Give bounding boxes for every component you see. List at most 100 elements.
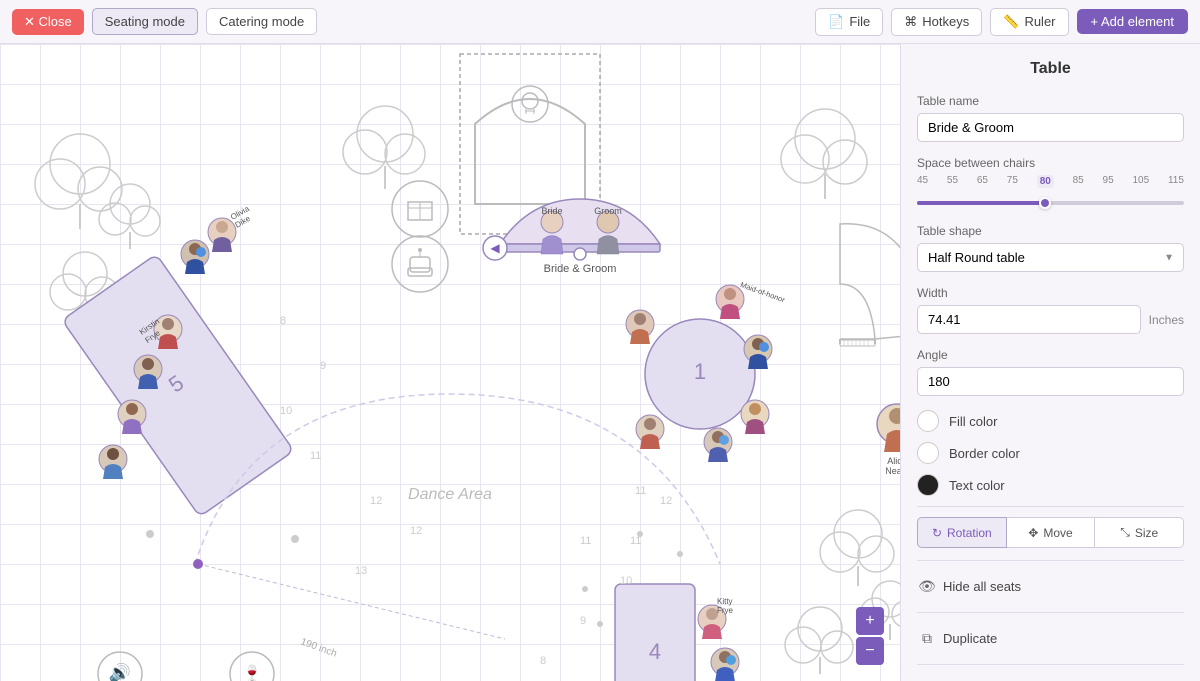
close-button[interactable]: ✕ Close [12, 9, 84, 35]
svg-text:Alice: Alice [887, 456, 900, 466]
angle-label: Angle [917, 348, 1184, 362]
table-4[interactable]: 4 [615, 584, 695, 681]
table-5[interactable]: 5 [62, 254, 294, 517]
width-input[interactable] [917, 305, 1141, 334]
seating-mode-button[interactable]: Seating mode [92, 8, 198, 35]
svg-text:Frye: Frye [717, 606, 734, 615]
divider-1 [917, 506, 1184, 507]
move-tool-button[interactable]: ✥ Move [1007, 517, 1096, 548]
text-color-swatch[interactable] [917, 474, 939, 496]
width-label: Width [917, 286, 1184, 300]
svg-text:9: 9 [580, 615, 586, 627]
add-element-button[interactable]: + Add element [1077, 9, 1188, 34]
width-unit: Inches [1149, 313, 1184, 327]
angle-input[interactable] [917, 367, 1184, 396]
bride-groom-table[interactable]: ◀ Bride Groom Bride & Groom [483, 199, 660, 275]
tree-1 [35, 134, 122, 229]
hotkeys-button[interactable]: ⌘ Hotkeys [891, 8, 982, 36]
move-icon: ✥ [1028, 526, 1038, 540]
svg-text:12: 12 [410, 525, 422, 537]
svg-text:Neale: Neale [885, 466, 900, 476]
zoom-controls: + − [856, 607, 884, 665]
border-color-swatch[interactable] [917, 442, 939, 464]
ruler-button[interactable]: 📏 Ruler [990, 8, 1068, 36]
width-row: Inches [917, 305, 1184, 334]
svg-text:Groom: Groom [594, 206, 622, 216]
fill-color-swatch[interactable] [917, 410, 939, 432]
tree-right-2 [820, 510, 894, 586]
delete-row[interactable]: 🗑 Delete [917, 675, 1184, 681]
file-icon: 📄 [828, 14, 844, 30]
space-label: Space between chairs [917, 156, 1184, 170]
tree-right-4 [785, 607, 853, 674]
table-name-input[interactable] [917, 113, 1184, 142]
zoom-out-button[interactable]: − [856, 637, 884, 665]
tree-3 [99, 184, 160, 249]
svg-text:Kitty: Kitty [717, 597, 733, 606]
catering-mode-button[interactable]: Catering mode [206, 8, 317, 35]
person-carr [704, 428, 732, 462]
svg-text:◀: ◀ [490, 241, 500, 255]
file-button[interactable]: 📄 File [815, 8, 883, 36]
border-color-label: Border color [949, 446, 1020, 461]
duplicate-row[interactable]: ⧉ Duplicate [917, 623, 1184, 654]
svg-text:11: 11 [310, 450, 321, 462]
shape-select[interactable]: Half Round table Round table Rectangular… [917, 243, 1184, 272]
svg-text:🔊: 🔊 [109, 662, 131, 681]
duplicate-label: Duplicate [943, 631, 997, 646]
person-jonty [711, 648, 739, 681]
svg-text:10: 10 [620, 575, 632, 587]
svg-text:8: 8 [280, 315, 286, 327]
person-kitty: Kitty Frye [698, 597, 734, 639]
tree-top-1 [343, 106, 425, 189]
slider-label-95: 95 [1103, 175, 1114, 188]
zoom-in-button[interactable]: + [856, 607, 884, 635]
table-name-label: Table name [917, 94, 1184, 108]
svg-text:4: 4 [649, 639, 661, 664]
speaker-left: 🔊 [98, 652, 142, 681]
cake [392, 236, 448, 292]
shape-group: Table shape Half Round table Round table… [917, 224, 1184, 272]
toolbar-right: 📄 File ⌘ Hotkeys 📏 Ruler + Add element [815, 8, 1188, 36]
slider-label-105: 105 [1132, 175, 1149, 188]
svg-text:12: 12 [660, 495, 672, 507]
slider-label-45: 45 [917, 175, 928, 188]
right-panel: Table Table name Space between chairs 45… [900, 44, 1200, 681]
toolbar: ✕ Close Seating mode Catering mode 📄 Fil… [0, 0, 1200, 44]
divider-4 [917, 664, 1184, 665]
text-color-label: Text color [949, 478, 1005, 493]
slider-label-80: 80 [1037, 175, 1054, 188]
svg-text:10: 10 [280, 405, 292, 417]
border-color-row: Border color [917, 442, 1184, 464]
svg-text:Bride: Bride [541, 206, 562, 216]
slider-label-55: 55 [947, 175, 958, 188]
table-1[interactable]: 1 [645, 319, 755, 429]
svg-text:190 inch: 190 inch [299, 636, 338, 659]
dance-area-label: Dance Area [408, 486, 492, 503]
angle-group: Angle [917, 348, 1184, 396]
person-olivia: Olivia Dike [208, 204, 252, 252]
slider-label-65: 65 [977, 175, 988, 188]
divider-2 [917, 560, 1184, 561]
ruler-icon: 📏 [1003, 14, 1019, 30]
size-tool-button[interactable]: ⤡ Size [1095, 517, 1184, 548]
shape-label: Table shape [917, 224, 1184, 238]
hide-seats-label: Hide all seats [943, 579, 1021, 594]
divider-3 [917, 612, 1184, 613]
width-group: Width Inches [917, 286, 1184, 334]
rotation-tool-button[interactable]: ↻ Rotation [917, 517, 1007, 548]
svg-text:8: 8 [540, 655, 546, 667]
fill-color-label: Fill color [949, 414, 997, 429]
hide-seats-row[interactable]: 👁 Hide all seats [917, 571, 1184, 602]
text-color-row: Text color [917, 474, 1184, 496]
canvas-area[interactable]: ◀ Bride Groom Bride & Groom 5 Olivia [0, 44, 900, 681]
slider-label-115: 115 [1168, 175, 1184, 188]
piano [840, 224, 900, 346]
duplicate-icon: ⧉ [917, 630, 937, 647]
person-ronan [99, 445, 127, 479]
table-name-group: Table name [917, 94, 1184, 142]
gift-box [392, 181, 448, 237]
slider-label-85: 85 [1073, 175, 1084, 188]
canvas-svg: ◀ Bride Groom Bride & Groom 5 Olivia [0, 44, 900, 681]
panel-title: Table [917, 60, 1184, 78]
